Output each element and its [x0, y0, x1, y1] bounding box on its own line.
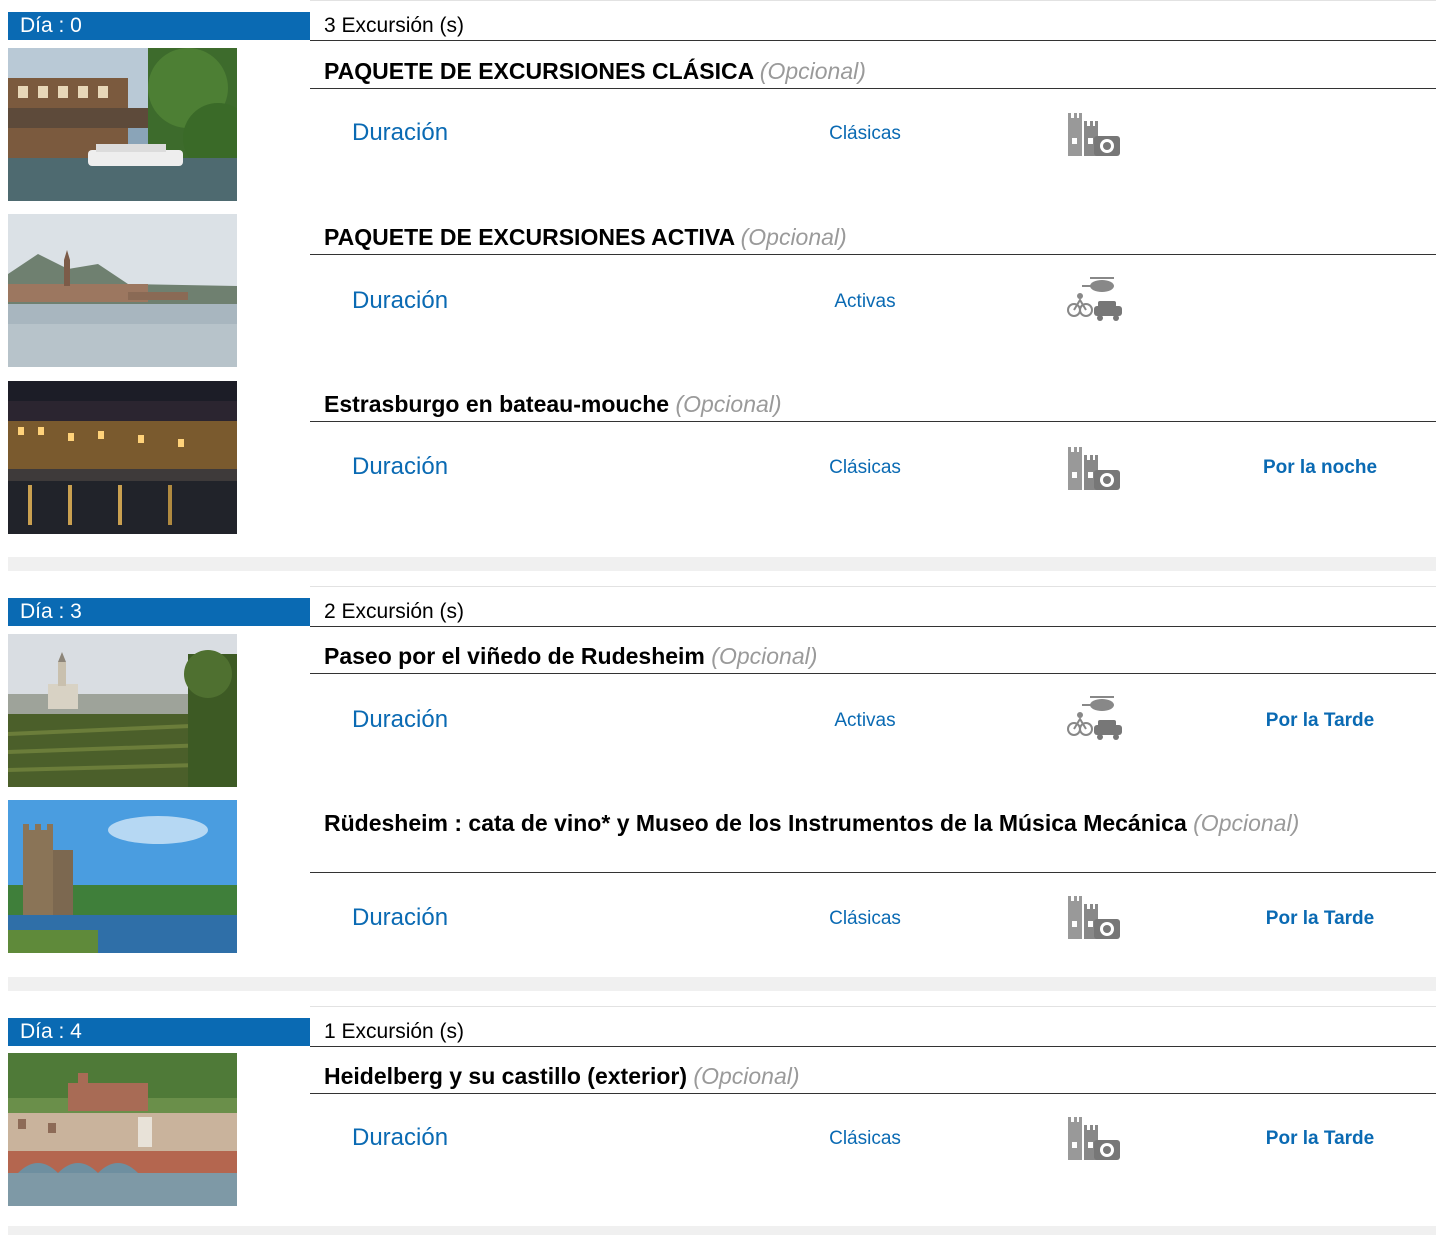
- day-block-0: Día : 0 3 Excursión (s): [0, 0, 1436, 41]
- excursion-photo-rhine-castle[interactable]: [8, 800, 237, 953]
- category-label: Clásicas: [829, 1128, 901, 1149]
- castle-camera-icon: [1060, 108, 1124, 158]
- time-of-day-label: Por la Tarde: [1265, 710, 1375, 731]
- excursion-photo-strasbourg-canal[interactable]: [8, 48, 237, 201]
- excursion-photo-strasbourg-night[interactable]: [8, 381, 237, 534]
- duration-label: Duración: [352, 1124, 449, 1151]
- duration-label: Duración: [352, 453, 449, 480]
- time-of-day-label: Por la noche: [1262, 457, 1378, 478]
- day-label: Día : 3: [8, 598, 310, 626]
- optional-label: (Opcional): [759, 58, 866, 84]
- excursion-photo-heidelberg[interactable]: [8, 1053, 237, 1206]
- day-separator: [8, 977, 1436, 991]
- day-label: Día : 4: [8, 1018, 310, 1046]
- optional-label: (Opcional): [711, 643, 818, 669]
- castle-camera-icon: [1060, 1112, 1124, 1162]
- duration-label: Duración: [352, 706, 449, 733]
- bike-helicopter-car-icon: [1060, 274, 1124, 324]
- excursion-photo-river-town[interactable]: [8, 214, 237, 367]
- time-of-day-label: Por la Tarde: [1265, 1128, 1375, 1149]
- day-block-3: Día : 3 2 Excursión (s): [0, 586, 1436, 627]
- day-separator: [8, 1226, 1436, 1235]
- category-label: Activas: [834, 291, 896, 312]
- time-of-day-label: Por la Tarde: [1265, 908, 1375, 929]
- excursion-title[interactable]: Heidelberg y su castillo (exterior) (Opc…: [324, 1060, 1408, 1092]
- day-header: Día : 4 1 Excursión (s): [0, 1006, 1436, 1047]
- excursion-title[interactable]: Rüdesheim : cata de vino* y Museo de los…: [324, 807, 1408, 839]
- castle-camera-icon: [1060, 891, 1124, 941]
- duration-label: Duración: [352, 119, 449, 146]
- excursion-count: 1 Excursión (s): [324, 1020, 465, 1043]
- category-label: Clásicas: [829, 123, 901, 144]
- excursion-count: 3 Excursión (s): [324, 14, 465, 37]
- bike-helicopter-car-icon: [1060, 693, 1124, 743]
- excursion-title[interactable]: Paseo por el viñedo de Rudesheim (Opcion…: [324, 640, 1408, 672]
- castle-camera-icon: [1060, 442, 1124, 492]
- category-label: Clásicas: [829, 908, 901, 929]
- day-header: Día : 3 2 Excursión (s): [0, 586, 1436, 627]
- day-label: Día : 0: [8, 12, 310, 40]
- day-header: Día : 0 3 Excursión (s): [0, 0, 1436, 41]
- day-separator: [8, 557, 1436, 571]
- optional-label: (Opcional): [1193, 810, 1300, 836]
- category-label: Activas: [834, 710, 896, 731]
- excursion-photo-rudesheim-vineyard[interactable]: [8, 634, 237, 787]
- excursion-title[interactable]: PAQUETE DE EXCURSIONES CLÁSICA (Opcional…: [324, 55, 1408, 87]
- duration-label: Duración: [352, 287, 449, 314]
- excursion-title[interactable]: Estrasburgo en bateau-mouche (Opcional): [324, 388, 1408, 420]
- day-block-4: Día : 4 1 Excursión (s): [0, 1006, 1436, 1047]
- optional-label: (Opcional): [693, 1063, 800, 1089]
- excursion-title[interactable]: PAQUETE DE EXCURSIONES ACTIVA (Opcional): [324, 221, 1408, 253]
- optional-label: (Opcional): [675, 391, 782, 417]
- duration-label: Duración: [352, 904, 449, 931]
- optional-label: (Opcional): [740, 224, 847, 250]
- excursion-count: 2 Excursión (s): [324, 600, 465, 623]
- category-label: Clásicas: [829, 457, 901, 478]
